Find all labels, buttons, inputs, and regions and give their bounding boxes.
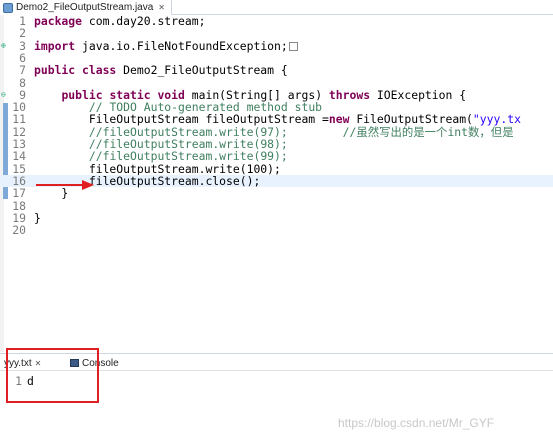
line-number: 14 — [12, 149, 26, 164]
code-text: public class Demo2_FileOutputStream { — [34, 63, 288, 78]
java-file-icon — [3, 2, 13, 13]
code-line: 7 public class Demo2_FileOutputStream { — [0, 64, 553, 76]
line-number: 11 — [12, 112, 26, 127]
code-editor[interactable]: 1 package com.day20.stream; 2 3 ⊕ import java… — [0, 15, 553, 365]
line-number: 7 — [19, 63, 26, 78]
line-number: 9 — [19, 87, 26, 102]
code-line: 13 //fileOutputStream.write(98); — [0, 138, 553, 150]
code-line: 20 — [0, 224, 553, 236]
line-number: 6 — [19, 50, 26, 65]
line-number: 13 — [12, 137, 26, 151]
code-line: 10 // TODO Auto-generated method stub — [0, 101, 553, 113]
line-number: 2 — [19, 26, 26, 41]
line-number: 19 — [12, 210, 26, 225]
close-icon[interactable]: ✕ — [158, 3, 165, 12]
line-number: 12 — [12, 124, 26, 139]
code-line: 11 FileOutputStream fileOutputStream =ne… — [0, 113, 553, 125]
code-text: import java.io.FileNotFoundException; — [34, 40, 298, 52]
line-number: 10 — [12, 100, 26, 115]
code-text: FileOutputStream fileOutputStream =new F… — [34, 112, 521, 127]
code-text: //fileOutputStream.write(97); //虽然写出的是一个… — [88, 124, 514, 139]
line-number: 17 — [12, 186, 26, 201]
line-number: 1 — [19, 14, 26, 28]
code-line: 8 — [0, 77, 553, 89]
editor-tab-title: Demo2_FileOutputStream.java — [16, 2, 154, 13]
folded-region-icon[interactable] — [288, 41, 298, 51]
editor-tab-demo2[interactable]: Demo2_FileOutputStream.java ✕ — [0, 0, 172, 15]
code-line: 6 — [0, 52, 553, 64]
line-number: 20 — [12, 223, 26, 238]
code-line: 18 — [0, 200, 553, 212]
code-text: // TODO Auto-generated method stub — [88, 100, 323, 115]
code-text: public static void main(String[] args) t… — [61, 87, 467, 102]
fold-icon[interactable]: ⊖ — [1, 89, 6, 101]
code-line: 19} — [0, 212, 553, 224]
line-number: 3 — [19, 38, 26, 53]
code-line: 14 //fileOutputStream.write(99); — [0, 150, 553, 162]
fold-icon[interactable]: ⊕ — [1, 40, 6, 52]
code-line: 9 ⊖ public static void main(String[] args… — [0, 89, 553, 101]
red-box-annotation — [6, 348, 99, 403]
code-text: } — [34, 210, 41, 225]
editor-tab-bar: Demo2_FileOutputStream.java ✕ — [0, 0, 553, 15]
code-text: //fileOutputStream.write(98); — [88, 137, 288, 151]
line-number: 8 — [19, 75, 26, 90]
code-line: 1 package com.day20.stream; — [0, 15, 553, 27]
code-line: 3 ⊕ import java.io.FileNotFoundException; — [0, 40, 553, 52]
code-line: 2 — [0, 27, 553, 39]
line-number: 15 — [12, 161, 26, 176]
red-arrow-annotation — [36, 180, 94, 190]
code-text: //fileOutputStream.write(99); — [88, 149, 288, 164]
watermark: https://blog.csdn.net/Mr_GYF — [338, 416, 495, 430]
line-number: 18 — [12, 198, 26, 213]
code-line: 15 fileOutputStream.write(100); — [0, 163, 553, 175]
code-line: 12 //fileOutputStream.write(97); //虽然写出的… — [0, 126, 553, 138]
line-number: 16 — [12, 173, 26, 188]
code-text: fileOutputStream.write(100); — [34, 161, 281, 176]
code-text: package com.day20.stream; — [34, 14, 206, 28]
